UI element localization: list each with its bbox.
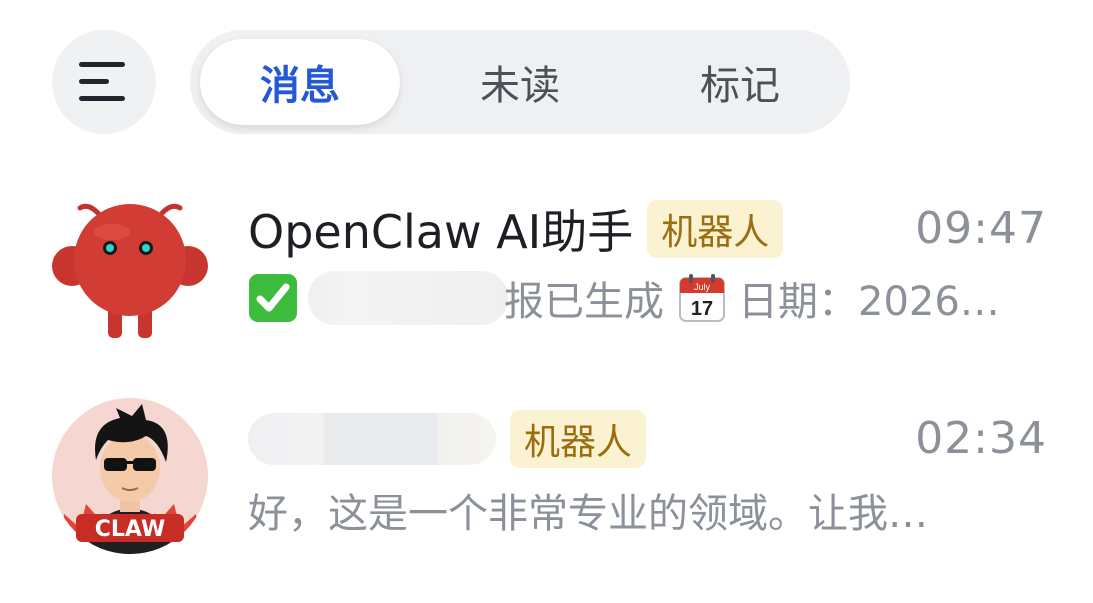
green-check-icon — [249, 274, 297, 322]
message-preview: 报已生成 July 17 日期：2026… — [248, 268, 1000, 328]
redacted-contact-name — [248, 413, 496, 465]
message-time: 09:47 — [915, 203, 1047, 254]
redacted-preview-text — [308, 271, 508, 325]
tab-bar: 消息 未读 标记 — [190, 30, 850, 134]
bot-badge: 机器人 — [647, 200, 784, 258]
conversation-row[interactable]: CLAW 机器人 02:34 好，这是一个非常专业的领域。让我… — [0, 388, 1093, 558]
tab-marked[interactable]: 标记 — [640, 30, 840, 134]
menu-lines-icon — [79, 62, 125, 101]
tab-messages[interactable]: 消息 — [200, 39, 400, 125]
claw-character-avatar: CLAW — [52, 398, 208, 554]
avatar-label: CLAW — [95, 517, 165, 542]
tab-unread[interactable]: 未读 — [420, 30, 620, 134]
calendar-icon: July 17 — [679, 274, 725, 322]
conversation-row[interactable]: OpenClaw AI助手 机器人 09:47 报已生成 July 17 日期：… — [0, 178, 1093, 338]
menu-button[interactable] — [52, 30, 156, 134]
preview-text: 好，这是一个非常专业的领域。让我… — [248, 491, 928, 537]
contact-name: OpenClaw AI助手 — [248, 205, 634, 259]
preview-text-tail: 日期：2026… — [738, 279, 1000, 325]
calendar-day: 17 — [691, 298, 713, 320]
red-crab-robot-avatar — [52, 203, 208, 338]
preview-text-segment: 报已生成 — [504, 279, 664, 325]
calendar-month: July — [694, 282, 711, 292]
conversation-title-line: OpenClaw AI助手 机器人 — [248, 198, 784, 260]
conversation-title-line: 机器人 — [248, 408, 647, 470]
bot-badge: 机器人 — [510, 410, 647, 468]
message-time: 02:34 — [915, 413, 1047, 464]
message-preview: 好，这是一个非常专业的领域。让我… — [248, 480, 928, 540]
